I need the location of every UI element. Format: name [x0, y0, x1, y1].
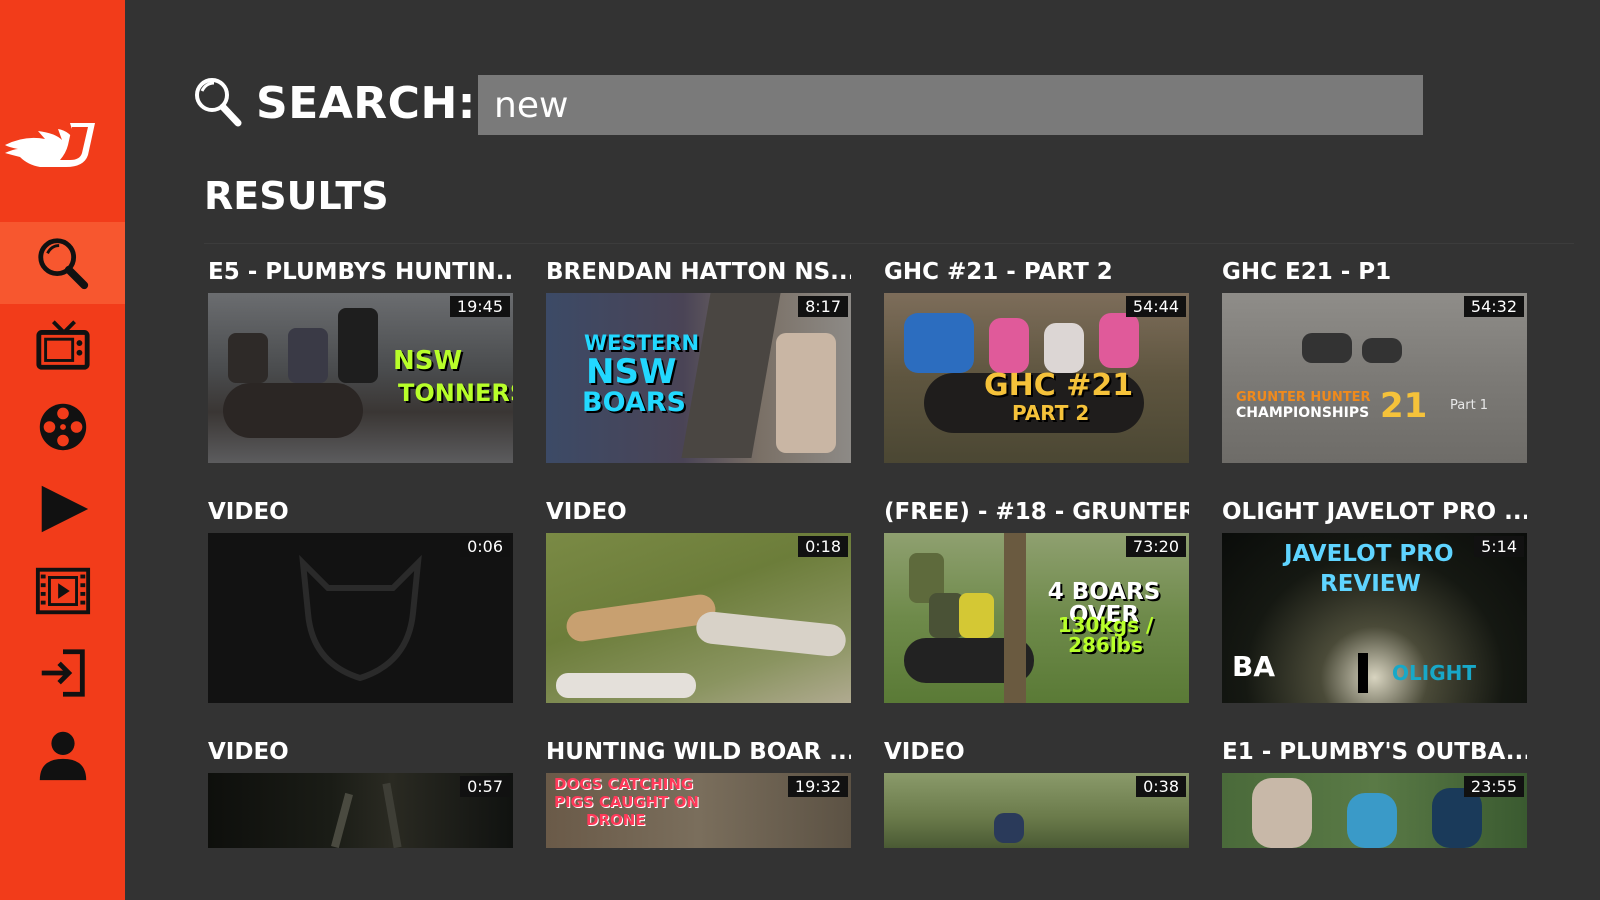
duration-badge: 8:17 [798, 296, 848, 317]
result-thumbnail[interactable]: WESTERN NSW BOARS 8:17 [546, 293, 851, 463]
result-tile[interactable]: E5 - PLUMBYS HUNTIN... NSW TONNERS 19:45 [208, 255, 513, 463]
result-tile[interactable]: VIDEO 0:38 [884, 735, 1189, 848]
result-thumbnail[interactable]: JAVELOT PRO REVIEW BA OLIGHT 5:14 [1222, 533, 1527, 703]
result-thumbnail[interactable]: 0:38 [884, 773, 1189, 848]
nav-search[interactable] [0, 222, 125, 304]
result-tile[interactable]: E1 - PLUMBY'S OUTBA... 23:55 [1222, 735, 1527, 848]
result-title: (FREE) - #18 - GRUNTER... [884, 499, 1189, 525]
result-title: VIDEO [208, 499, 289, 525]
results-heading: RESULTS [204, 174, 389, 218]
result-title: VIDEO [208, 739, 289, 765]
thumbnail-caption: REVIEW [1320, 571, 1421, 597]
result-thumbnail[interactable]: 0:06 [208, 533, 513, 703]
result-title: E5 - PLUMBYS HUNTIN... [208, 259, 513, 285]
duration-badge: 0:38 [1136, 776, 1186, 797]
duration-badge: 19:45 [449, 296, 510, 317]
app-logo [0, 105, 125, 185]
duration-badge: 23:55 [1463, 776, 1524, 797]
thumbnail-caption: TONNERS [398, 379, 513, 407]
flame-u-logo-icon [5, 123, 95, 167]
result-tile[interactable]: VIDEO 0:57 [208, 735, 513, 848]
search-label: SEARCH: [256, 77, 476, 129]
duration-badge: 5:14 [1474, 536, 1524, 557]
brand-logo-text: OLIGHT [1392, 661, 1476, 685]
result-thumbnail[interactable]: 23:55 [1222, 773, 1527, 848]
duration-badge: 0:57 [460, 776, 510, 797]
thumbnail-caption: CHAMPIONSHIPS [1236, 405, 1370, 421]
thumbnail-caption: GHC #21 [984, 368, 1134, 403]
result-title: VIDEO [884, 739, 965, 765]
result-tile[interactable]: GHC #21 - PART 2 GHC #21 PART 2 54:44 [884, 255, 1189, 463]
thumbnail-caption: NSW [586, 352, 677, 392]
search-icon [37, 238, 88, 290]
result-title: GHC E21 - P1 [1222, 259, 1392, 285]
tv-icon [35, 320, 90, 370]
result-tile[interactable]: OLIGHT JAVELOT PRO ... JAVELOT PRO REVIE… [1222, 495, 1527, 703]
result-title: VIDEO [546, 499, 627, 525]
duration-badge: 0:18 [798, 536, 848, 557]
result-title: OLIGHT JAVELOT PRO ... [1222, 499, 1527, 525]
thumbnail-caption: GRUNTER HUNTER [1236, 390, 1371, 405]
result-thumbnail[interactable]: DOGS CATCHING PIGS CAUGHT ON DRONE 19:32 [546, 773, 851, 848]
result-title: HUNTING WILD BOAR ... [546, 739, 851, 765]
nav-tv[interactable] [0, 304, 125, 386]
result-thumbnail[interactable]: GHC #21 PART 2 54:44 [884, 293, 1189, 463]
result-thumbnail[interactable]: GRUNTER HUNTER CHAMPIONSHIPS 21 Part 1 5… [1222, 293, 1527, 463]
result-tile[interactable]: HUNTING WILD BOAR ... DOGS CATCHING PIGS… [546, 735, 851, 848]
search-input[interactable] [478, 75, 1423, 135]
results-grid: E5 - PLUMBYS HUNTIN... NSW TONNERS 19:45… [208, 255, 1548, 848]
result-tile[interactable]: (FREE) - #18 - GRUNTER... 4 BOARS OVER 1… [884, 495, 1189, 703]
play-icon [41, 485, 88, 533]
duration-badge: 73:20 [1125, 536, 1186, 557]
result-thumbnail[interactable]: 0:57 [208, 773, 513, 848]
search-bar: SEARCH: [190, 72, 476, 134]
thumbnail-caption: Part 1 [1450, 398, 1489, 413]
brand-logo-text: BA [1232, 650, 1276, 683]
result-thumbnail[interactable]: 0:18 [546, 533, 851, 703]
thumbnail-caption: DOGS CATCHING [554, 775, 694, 793]
nav-videos[interactable] [0, 550, 125, 632]
result-tile[interactable]: VIDEO 0:18 [546, 495, 851, 703]
thumbnail-caption: PIGS CAUGHT ON [554, 793, 699, 811]
thumbnail-caption: NSW [393, 346, 463, 376]
thumbnail-caption: PART 2 [1012, 401, 1090, 425]
result-thumbnail[interactable]: 4 BOARS OVER 130kgs / 286lbs 73:20 [884, 533, 1189, 703]
user-icon [39, 731, 86, 781]
duration-badge: 0:06 [460, 536, 510, 557]
thumbnail-caption: JAVELOT PRO [1284, 541, 1454, 567]
sidebar [0, 0, 125, 900]
thumbnail-caption: 21 [1380, 386, 1428, 426]
result-title: E1 - PLUMBY'S OUTBA... [1222, 739, 1527, 765]
thumbnail-caption: BOARS [582, 387, 686, 418]
thumbnail-caption: 130kgs / 286lbs [1057, 613, 1154, 657]
result-tile[interactable]: BRENDAN HATTON NS... WESTERN NSW BOARS 8… [546, 255, 851, 463]
search-icon [190, 73, 244, 133]
duration-badge: 19:32 [787, 776, 848, 797]
result-title: GHC #21 - PART 2 [884, 259, 1113, 285]
film-strip-icon [35, 567, 90, 615]
boar-logo-icon [299, 554, 422, 682]
login-icon [41, 649, 85, 697]
nav-play[interactable] [0, 468, 125, 550]
result-tile[interactable]: GHC E21 - P1 GRUNTER HUNTER CHAMPIONSHIP… [1222, 255, 1527, 463]
thumbnail-caption: WESTERN [584, 331, 700, 355]
film-reel-icon [39, 403, 86, 451]
nav-movies[interactable] [0, 386, 125, 468]
result-thumbnail[interactable]: NSW TONNERS 19:45 [208, 293, 513, 463]
result-tile[interactable]: VIDEO 0:06 [208, 495, 513, 703]
duration-badge: 54:44 [1125, 296, 1186, 317]
nav-account[interactable] [0, 714, 125, 796]
thumbnail-caption: DRONE [586, 811, 646, 829]
duration-badge: 54:32 [1463, 296, 1524, 317]
results-divider [204, 243, 1574, 244]
result-title: BRENDAN HATTON NS... [546, 259, 851, 285]
nav-login[interactable] [0, 632, 125, 714]
